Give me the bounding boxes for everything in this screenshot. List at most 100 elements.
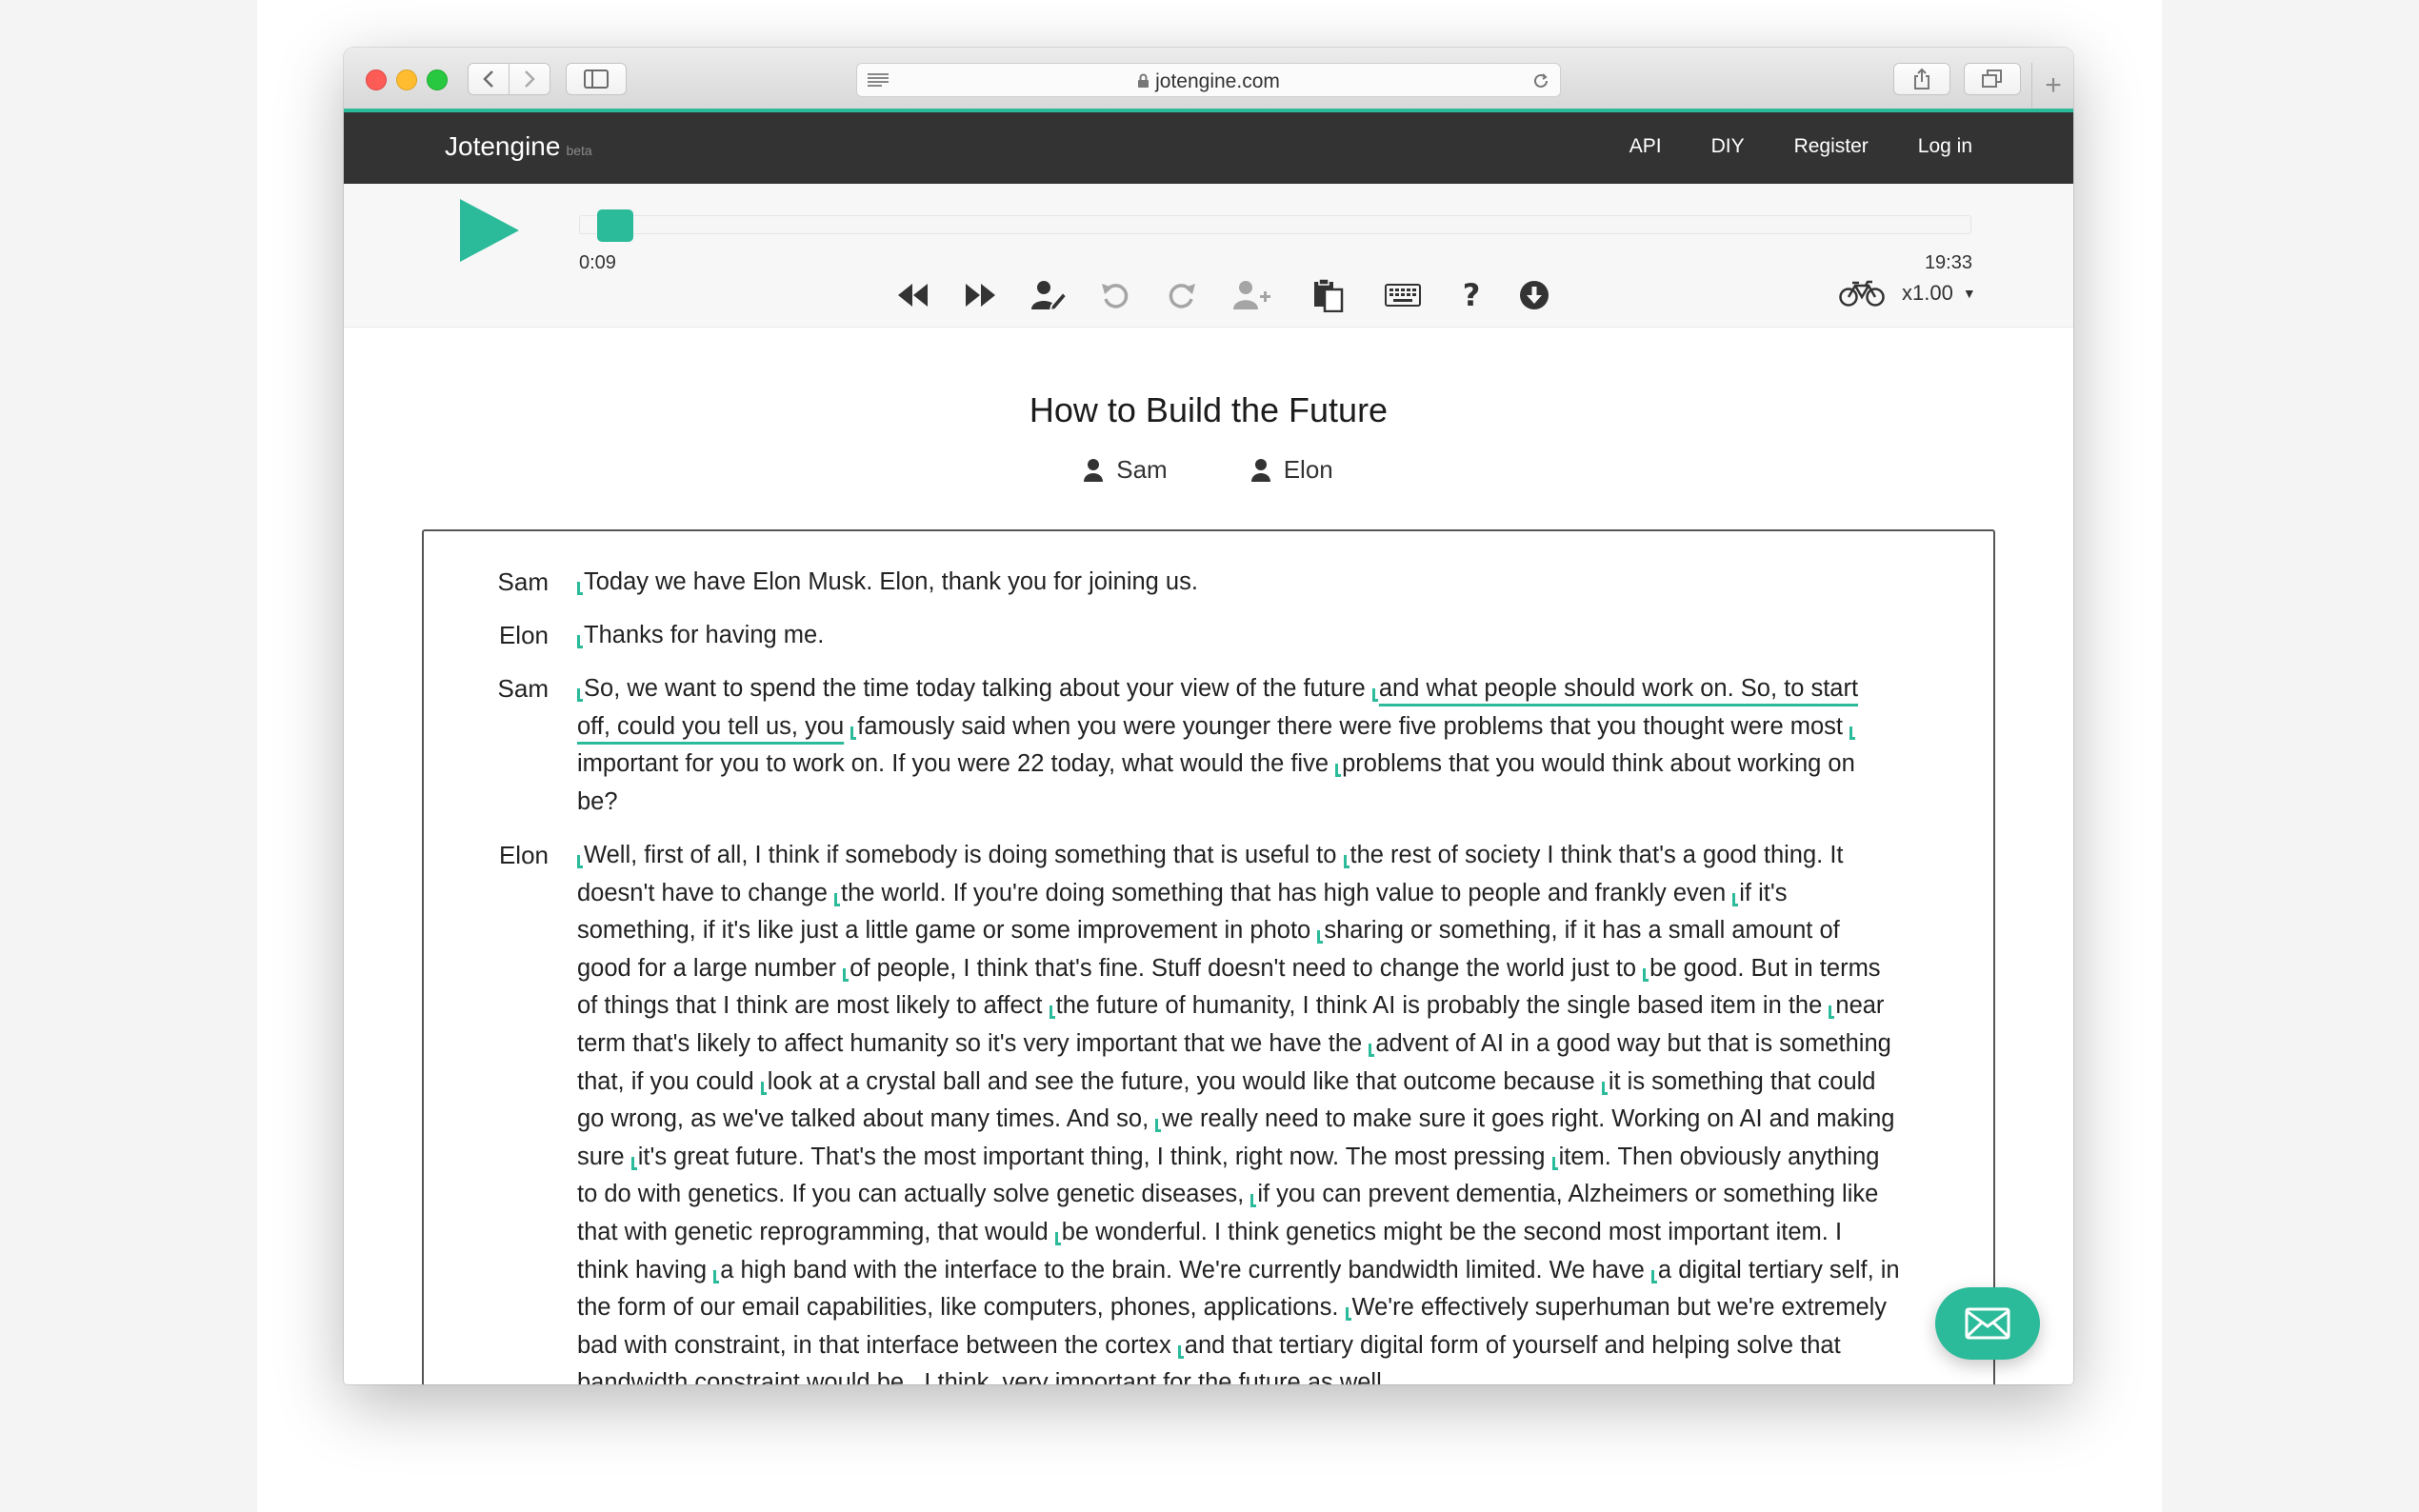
word-marker [577,582,583,595]
edit-speakers-icon [1031,281,1067,311]
feedback-button[interactable] [1935,1287,2040,1360]
speaker-name: Sam [1116,455,1168,484]
caret-down-icon: ▼ [1962,286,1976,301]
word-marker [713,1269,720,1283]
help-button[interactable]: ? [1452,276,1490,314]
edit-speakers-button[interactable] [1030,276,1068,314]
word-marker [577,688,583,702]
user-icon [1084,458,1104,482]
speaker-chip-elon[interactable]: Elon [1250,455,1333,485]
word-marker [1369,1043,1375,1057]
envelope-icon [1965,1307,2010,1340]
user-icon [1250,458,1270,482]
help-icon: ? [1462,277,1481,313]
brand-name: Jotengine [445,131,561,161]
word-marker [1551,1156,1558,1170]
transcript-editor[interactable]: Sam Today we have Elon Musk. Elon, thank… [422,529,1995,1384]
sidebar-icon [584,70,609,89]
word-marker [1829,1005,1835,1020]
word-marker [1155,1119,1162,1133]
close-window-button[interactable] [366,70,387,90]
brand-logo[interactable]: Jotengine beta [445,131,592,162]
word-marker [1732,892,1739,906]
highlighted-text[interactable]: off, could you tell us, you [577,713,844,740]
word-marker [1643,967,1649,982]
share-button[interactable] [1893,63,1950,95]
nav-link-api[interactable]: API [1629,135,1662,158]
highlighted-text[interactable]: and what people should work on. So, to s… [1379,675,1858,702]
url-display: jotengine.com [857,70,1560,93]
undo-button[interactable] [1096,276,1134,314]
share-icon [1914,68,1929,90]
add-speaker-icon [1233,281,1270,309]
forward-button[interactable] [509,63,550,95]
lock-icon [1138,73,1150,88]
reload-icon[interactable] [1531,71,1550,90]
playback-speed-control[interactable]: x1.00 ▼ [1839,280,1976,307]
word-marker [843,967,850,982]
browser-toolbar: jotengine.com + [344,48,2073,109]
url-text: jotengine.com [1155,70,1280,92]
download-button[interactable] [1515,276,1553,314]
word-marker [1054,1231,1061,1245]
word-marker [834,892,841,906]
plus-icon: + [2045,70,2062,101]
total-time: 19:33 [1924,252,1972,273]
paste-icon [1314,278,1344,312]
word-marker [1345,1307,1351,1322]
minimize-window-button[interactable] [396,70,417,90]
word-marker [1371,688,1378,702]
nav-links: API DIY Register Log in [1629,135,1972,158]
word-marker [577,635,583,648]
sidebar-button[interactable] [566,63,627,95]
nav-link-register[interactable]: Register [1794,135,1869,158]
keyboard-icon [1385,284,1421,307]
nav-link-login[interactable]: Log in [1918,135,1972,158]
speaker-label[interactable]: Elon [424,621,549,650]
undo-icon [1102,284,1129,308]
paste-button[interactable] [1309,276,1348,314]
play-icon[interactable] [458,197,521,264]
word-marker [1650,1269,1657,1283]
tabs-overview-button[interactable] [1964,63,2021,95]
redo-button[interactable] [1163,276,1201,314]
speaker-name: Elon [1283,455,1333,484]
word-marker [1343,855,1349,868]
utterance-text[interactable]: So, we want to spend the time today talk… [577,670,1958,821]
speed-value: x1.00 [1902,281,1953,305]
word-marker [577,855,583,868]
word-marker [1049,1005,1055,1020]
address-bar[interactable]: jotengine.com [856,63,1561,97]
rewind-icon [898,284,928,307]
chevron-left-icon [483,70,493,88]
progress-handle[interactable] [597,209,634,242]
zoom-window-button[interactable] [427,70,448,90]
word-marker [1849,726,1856,740]
progress-track[interactable] [579,215,1971,234]
speaker-chip-sam[interactable]: Sam [1084,455,1168,485]
chevron-right-icon [525,70,535,88]
speaker-label[interactable]: Sam [424,567,549,597]
fast-forward-icon [966,284,995,307]
word-marker [1601,1081,1608,1095]
speaker-list: Sam Elon [344,455,2073,485]
document-title[interactable]: How to Build the Future [344,390,2073,430]
audio-player: 0:09 19:33 ? x1.00 ▼ [344,184,2073,328]
new-tab-button[interactable]: + [2031,63,2073,109]
tabs-icon [1982,70,2002,88]
utterance-text[interactable]: Well, first of all, I think if somebody … [577,837,1958,1384]
rewind-button[interactable] [894,276,932,314]
word-marker [760,1081,767,1095]
beta-badge: beta [566,143,592,158]
site-navbar: Jotengine beta API DIY Register Log in [344,112,2073,184]
nav-link-diy[interactable]: DIY [1711,135,1745,158]
fast-forward-button[interactable] [961,276,999,314]
utterance-text[interactable]: Thanks for having me. [577,617,1958,655]
add-speaker-button[interactable] [1233,276,1271,314]
speaker-label[interactable]: Elon [424,841,549,870]
utterance-text[interactable]: Today we have Elon Musk. Elon, thank you… [577,564,1958,602]
word-marker [630,1156,637,1170]
speaker-label[interactable]: Sam [424,674,549,704]
keyboard-shortcuts-button[interactable] [1384,276,1422,314]
back-button[interactable] [468,63,510,95]
